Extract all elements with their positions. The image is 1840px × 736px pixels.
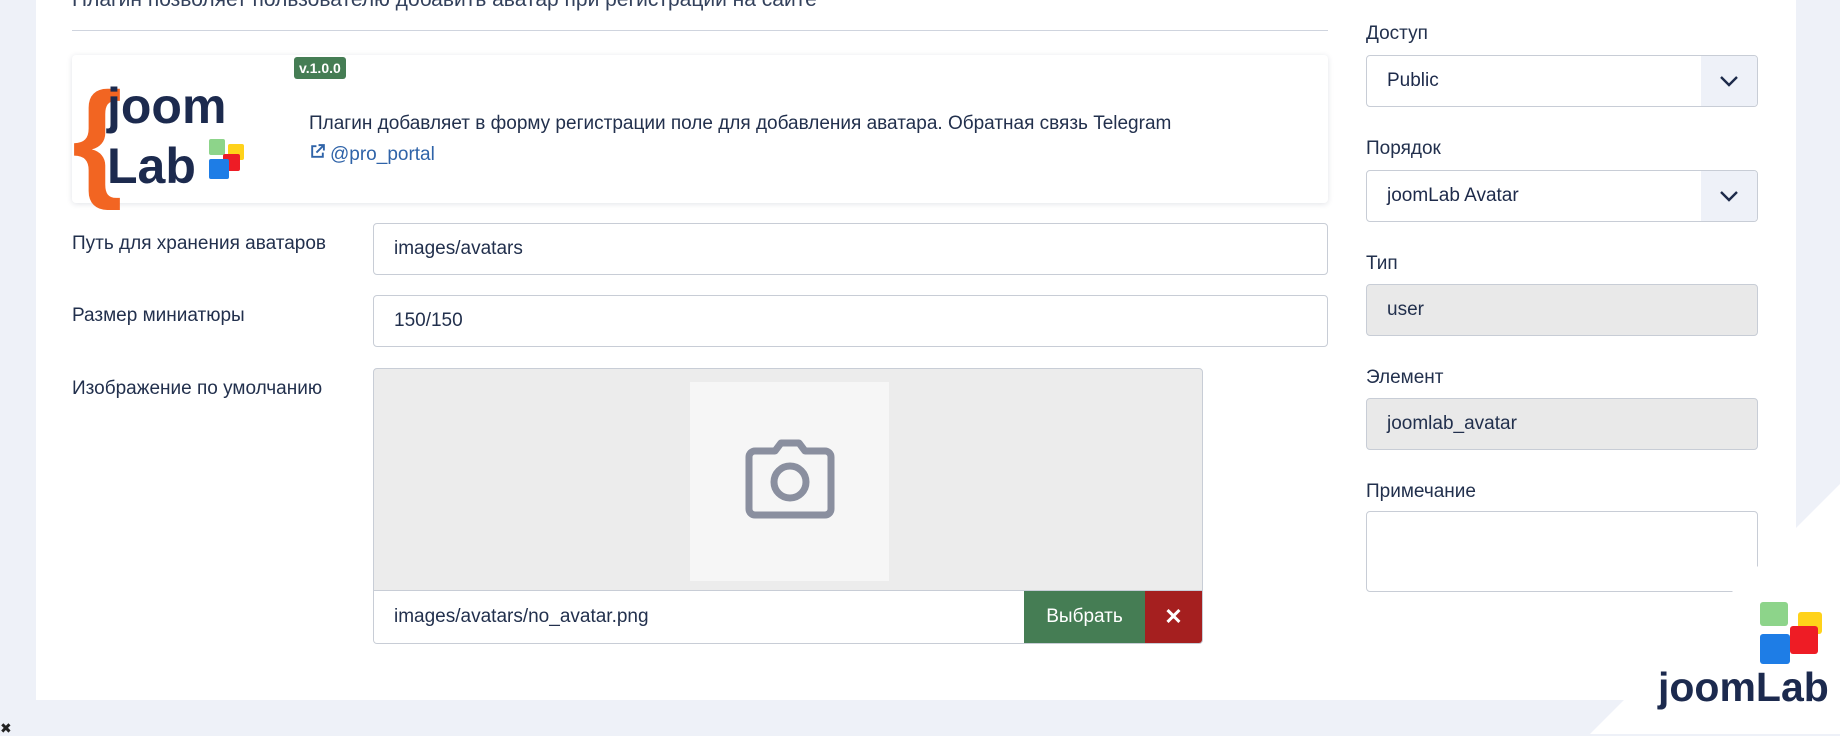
element-label: Элемент [1366, 367, 1444, 388]
access-value: Public [1387, 70, 1439, 91]
logo-word-1: joom [106, 78, 226, 134]
plugin-description-top: Плагин позволяет пользователю добавить а… [72, 0, 817, 12]
logo-word-2: Lab [107, 138, 196, 194]
element-field: joomlab_avatar [1366, 398, 1758, 450]
default-image-label: Изображение по умолчанию [72, 378, 323, 399]
default-image-media-field: images/avatars/no_avatar.png Выбрать ✕ [373, 368, 1203, 644]
chevron-down-icon [1701, 171, 1757, 221]
thumb-size-input[interactable]: 150/150 [373, 295, 1328, 347]
avatar-path-input[interactable]: images/avatars [373, 223, 1328, 275]
default-image-path[interactable]: images/avatars/no_avatar.png [374, 591, 1024, 643]
telegram-link-text: @pro_portal [330, 143, 435, 165]
ordering-label: Порядок [1366, 138, 1441, 159]
ordering-select[interactable]: joomLab Avatar [1366, 170, 1758, 222]
section-divider [72, 30, 1328, 31]
type-label: Тип [1366, 253, 1398, 274]
access-label: Доступ [1366, 23, 1428, 44]
camera-icon [745, 439, 835, 524]
clear-image-button[interactable]: ✕ [1145, 591, 1202, 643]
note-label: Примечание [1366, 481, 1476, 502]
joomlab-logo: { joom Lab [72, 65, 272, 220]
ordering-value: joomLab Avatar [1387, 185, 1519, 206]
type-field: user [1366, 284, 1758, 336]
plugin-info-text: Плагин добавляет в форму регистрации пол… [309, 113, 1172, 134]
select-image-button[interactable]: Выбрать [1024, 591, 1145, 643]
image-preview[interactable] [690, 382, 889, 581]
close-icon: ✕ [1164, 604, 1183, 629]
chevron-down-icon [1701, 56, 1757, 106]
plugin-info-card: { joom Lab v.1.0.0 Плагин добавляет в фо… [72, 55, 1328, 211]
version-badge: v.1.0.0 [294, 57, 346, 79]
external-link-icon [309, 143, 326, 166]
media-input-bar: images/avatars/no_avatar.png Выбрать ✕ [374, 590, 1202, 643]
thumb-size-label: Размер миниатюры [72, 305, 245, 326]
watermark-text: joomLab [1658, 664, 1829, 710]
avatar-path-label: Путь для хранения аватаров [72, 233, 327, 254]
watermark-logo-tiles [1758, 600, 1824, 673]
telegram-link[interactable]: @pro_portal [309, 143, 435, 166]
access-select[interactable]: Public [1366, 55, 1758, 107]
corner-icon: ✖ [0, 720, 12, 736]
